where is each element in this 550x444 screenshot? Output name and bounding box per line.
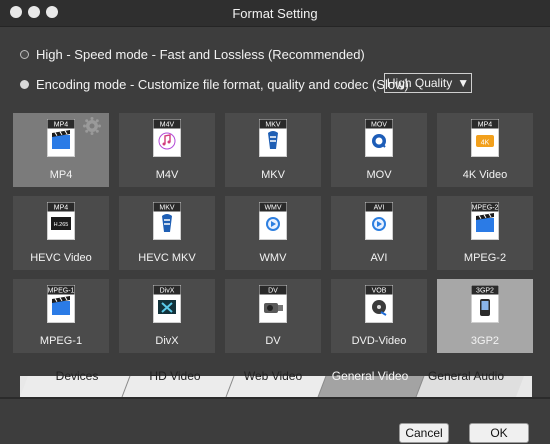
quicktime-icon: MOV (365, 119, 393, 157)
format-tile-label: M4V (155, 169, 179, 181)
format-tile-m4v[interactable]: M4V M4V (119, 113, 215, 187)
encoding-radio[interactable] (20, 79, 29, 89)
tab-web-video[interactable]: Web Video (226, 365, 320, 386)
divx-icon: DivX (153, 285, 181, 323)
format-tile-avi[interactable]: AVI AVI (331, 196, 427, 270)
format-tile-label: DivX (155, 335, 179, 347)
svg-text:3GP2: 3GP2 (476, 288, 494, 295)
chevron-down-icon: ▼ (457, 76, 470, 90)
svg-text:MKV: MKV (265, 122, 281, 129)
format-tile-hevc-mkv[interactable]: MKV HEVC MKV (119, 196, 215, 270)
svg-text:M4V: M4V (160, 122, 175, 129)
quality-value: High Quality (386, 76, 453, 90)
format-tile-divx[interactable]: DivX DivX (119, 279, 215, 353)
format-setting-window: Format Setting High - Speed mode - Fast … (0, 0, 550, 444)
svg-text:WMV: WMV (264, 205, 281, 212)
encoding-mode-option[interactable]: Encoding mode - Customize file format, q… (20, 75, 409, 93)
clapper-icon: MP4 (47, 119, 75, 157)
svg-text:MPEG-1: MPEG-1 (48, 288, 75, 295)
4k-icon: MP4 4K (471, 119, 499, 157)
svg-text:DV: DV (268, 288, 278, 295)
format-tile-label: HEVC Video (30, 252, 92, 264)
wmv-play-icon: WMV (259, 202, 287, 240)
svg-text:VOB: VOB (372, 288, 387, 295)
dvd-icon: VOB (365, 285, 393, 323)
tab-devices[interactable]: Devices (26, 365, 128, 386)
ok-button[interactable]: OK (469, 423, 529, 443)
window-title: Format Setting (232, 6, 318, 21)
clapper-icon: MPEG-1 (47, 285, 75, 323)
avi-play-icon: AVI (365, 202, 393, 240)
format-tile-label: WMV (259, 252, 287, 264)
format-tile-dv[interactable]: DV DV (225, 279, 321, 353)
format-tile-label: MP4 (49, 169, 73, 181)
format-tile-3gp2[interactable]: 3GP2 3GP2 (437, 279, 533, 353)
cancel-button[interactable]: Cancel (399, 423, 449, 443)
quality-dropdown[interactable]: High Quality ▼ (384, 73, 472, 93)
svg-text:DivX: DivX (160, 288, 175, 295)
format-tile-mpeg-2[interactable]: MPEG-2 MPEG-2 (437, 196, 533, 270)
mkv-logo-icon: MKV (153, 202, 181, 240)
format-tile-mov[interactable]: MOV MOV (331, 113, 427, 187)
svg-text:MP4: MP4 (54, 122, 69, 129)
svg-text:MP4: MP4 (54, 205, 69, 212)
svg-text:H.265: H.265 (54, 222, 69, 228)
format-grid: MP4 MP4 M4V M4V MKV MKV MOV MOV MP4 4K 4K Video MP4… (13, 113, 533, 353)
svg-text:MPEG-2: MPEG-2 (472, 205, 499, 212)
encoding-label: Encoding mode - Customize file format, q… (36, 76, 409, 92)
high-speed-radio[interactable] (20, 49, 29, 59)
svg-text:4K: 4K (481, 140, 490, 147)
svg-text:AVI: AVI (374, 205, 385, 212)
category-tab-bar: Devices HD Video Web Video General Video… (0, 365, 550, 397)
format-tile-label: DV (265, 335, 281, 347)
gear-icon[interactable] (83, 117, 101, 135)
tab-hd-video[interactable]: HD Video (122, 365, 228, 386)
high-speed-label: High - Speed mode - Fast and Lossless (R… (36, 46, 365, 62)
tab-general-video[interactable]: General Video (318, 365, 422, 386)
svg-text:MKV: MKV (159, 205, 175, 212)
format-tile-label: DVD-Video (351, 335, 407, 347)
format-tile-hevc-video[interactable]: MP4 H.265 HEVC Video (13, 196, 109, 270)
format-tile-mpeg-1[interactable]: MPEG-1 MPEG-1 (13, 279, 109, 353)
camera-icon: DV (259, 285, 287, 323)
h265-icon: MP4 H.265 (47, 202, 75, 240)
format-tile-label: 3GP2 (470, 335, 500, 347)
divider (0, 397, 550, 399)
format-tile-dvd-video[interactable]: VOB DVD-Video (331, 279, 427, 353)
format-tile-label: 4K Video (462, 169, 508, 181)
svg-text:MOV: MOV (371, 122, 387, 129)
format-tile-mp4[interactable]: MP4 MP4 (13, 113, 109, 187)
phone-icon: 3GP2 (471, 285, 499, 323)
format-tile-label: MPEG-2 (463, 252, 507, 264)
tab-general-audio[interactable]: General Audio (416, 365, 516, 386)
music-note-icon: M4V (153, 119, 181, 157)
svg-text:MP4: MP4 (478, 122, 493, 129)
format-tile-mkv[interactable]: MKV MKV (225, 113, 321, 187)
title-bar: Format Setting (0, 0, 550, 27)
format-tile-wmv[interactable]: WMV WMV (225, 196, 321, 270)
mkv-logo-icon: MKV (259, 119, 287, 157)
format-tile-label: MPEG-1 (39, 335, 83, 347)
format-tile-label: AVI (370, 252, 388, 264)
format-tile-label: MKV (261, 169, 285, 181)
format-tile-label: HEVC MKV (138, 252, 196, 264)
clapper-icon: MPEG-2 (471, 202, 499, 240)
format-tile-label: MOV (366, 169, 392, 181)
format-tile-4k-video[interactable]: MP4 4K 4K Video (437, 113, 533, 187)
high-speed-mode-option[interactable]: High - Speed mode - Fast and Lossless (R… (20, 45, 365, 63)
